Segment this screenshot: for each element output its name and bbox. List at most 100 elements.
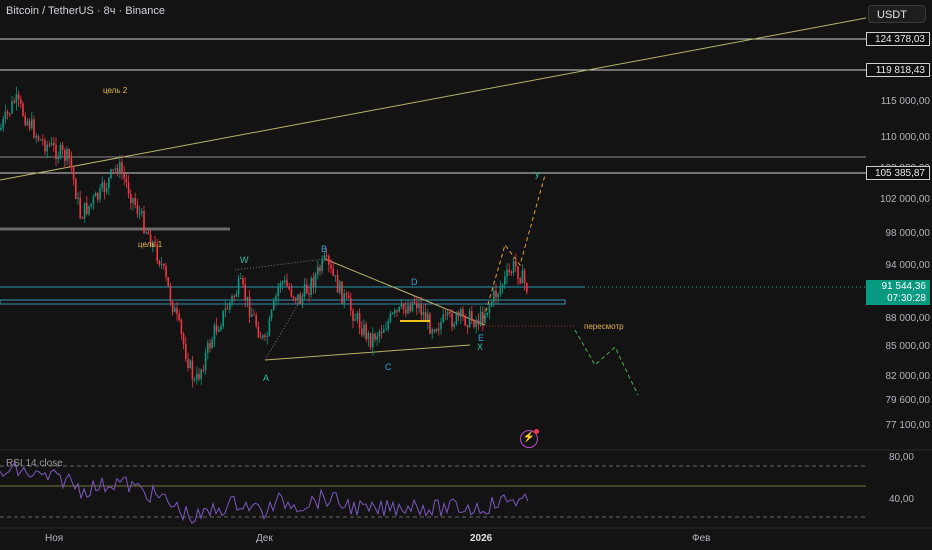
wave-label-a[interactable]: A	[263, 373, 269, 383]
candle-body	[57, 156, 59, 160]
target-1-note[interactable]: цель 1	[138, 240, 162, 249]
candle-body	[512, 261, 515, 273]
candle-body	[125, 178, 128, 183]
wave-label-y[interactable]: y	[535, 169, 540, 179]
candle-body	[257, 326, 260, 338]
candle-body	[317, 267, 319, 275]
candle-body	[178, 314, 180, 321]
candle-body	[136, 205, 139, 214]
candle-body	[176, 307, 178, 315]
candle-body	[145, 232, 147, 234]
candle-body	[207, 343, 209, 353]
candle-body	[132, 198, 134, 203]
candle-body	[407, 305, 409, 314]
candle-body	[48, 144, 51, 146]
level-label-105385[interactable]: 105 385,87	[866, 166, 930, 180]
wave-label-c[interactable]: C	[385, 362, 392, 372]
candle-body	[519, 278, 521, 284]
candle-body	[312, 278, 315, 287]
candle-body	[517, 265, 519, 279]
candle-body	[506, 269, 508, 277]
candle-body	[167, 276, 169, 287]
price-tick: 102 000,00	[879, 194, 930, 205]
candle-body	[526, 282, 528, 293]
candle-body	[449, 311, 451, 314]
level-label-119818[interactable]: 119 818,43	[866, 63, 930, 77]
symbol-title[interactable]: Bitcoin / TetherUS · 8ч · Binance	[6, 5, 165, 17]
chart-canvas[interactable]	[0, 0, 932, 550]
candle-body	[334, 275, 337, 277]
candle-body	[50, 142, 53, 146]
candle-body	[2, 118, 4, 128]
lightning-icon[interactable]: ⚡	[520, 429, 539, 448]
candle-body	[0, 127, 2, 130]
candle-body	[240, 277, 242, 279]
candle-body	[292, 296, 295, 298]
candle-body	[158, 261, 161, 265]
target-2-note[interactable]: цель 2	[103, 86, 127, 95]
wave-label-b[interactable]: B	[321, 244, 327, 254]
candle-body	[11, 101, 13, 114]
candle-body	[508, 269, 510, 272]
wave-label-w[interactable]: W	[240, 255, 249, 265]
candle-body	[451, 313, 453, 328]
candle-body	[405, 309, 407, 314]
candle-body	[244, 284, 246, 301]
candle-body	[134, 198, 136, 206]
candle-body	[400, 303, 403, 307]
candle-body	[468, 311, 471, 328]
candle-body	[94, 192, 97, 197]
candle-body	[358, 313, 361, 329]
wave-label-x[interactable]: X	[477, 342, 483, 352]
candle-body	[226, 308, 229, 310]
candle-body	[365, 324, 367, 340]
candle-body	[110, 169, 112, 178]
currency-button[interactable]: USDT	[868, 5, 926, 23]
candle-body	[99, 187, 101, 200]
candle-body	[103, 182, 106, 192]
rsi-level-40: 40,00	[888, 494, 914, 505]
candle-body	[61, 145, 64, 150]
candle-body	[211, 339, 213, 349]
candle-body	[75, 179, 77, 200]
candle-body	[275, 295, 277, 300]
candle-body	[72, 166, 75, 180]
candle-body	[464, 315, 466, 326]
candle-body	[444, 314, 447, 316]
candle-body	[306, 284, 308, 294]
wave-label-d[interactable]: D	[411, 277, 418, 287]
price-tick: 85 000,00	[885, 341, 931, 352]
candle-body	[321, 258, 323, 272]
candle-body	[446, 311, 449, 315]
candle-body	[224, 308, 227, 311]
candle-body	[398, 306, 400, 312]
candle-body	[284, 280, 286, 282]
candle-body	[237, 278, 240, 295]
candle-body	[354, 319, 356, 321]
candle-body	[196, 373, 198, 380]
candle-body	[35, 135, 37, 138]
candle-countdown: 07:30:28	[887, 293, 926, 304]
review-note[interactable]: пересмотр	[584, 322, 624, 331]
candle-body	[314, 274, 317, 287]
candle-body	[53, 142, 55, 146]
candle-body	[189, 360, 191, 369]
candle-body	[310, 278, 312, 295]
candle-body	[350, 298, 352, 311]
candle-body	[191, 360, 194, 380]
candle-body	[130, 194, 132, 203]
time-label-feb: Фев	[692, 533, 711, 544]
candle-body	[33, 119, 35, 138]
candle-body	[235, 294, 238, 297]
candle-body	[442, 314, 444, 322]
candle-body	[108, 177, 110, 188]
chart-stage[interactable]: Bitcoin / TetherUS · 8ч · Binance USDT 1…	[0, 0, 932, 550]
rsi-title[interactable]: RSI 14 close	[6, 458, 63, 469]
level-label-124378[interactable]: 124 378,03	[866, 32, 930, 46]
candle-body	[389, 313, 392, 322]
candle-body	[453, 324, 455, 328]
candle-body	[266, 336, 268, 338]
candle-body	[255, 315, 257, 327]
candle-body	[20, 98, 22, 104]
candle-body	[486, 312, 488, 315]
